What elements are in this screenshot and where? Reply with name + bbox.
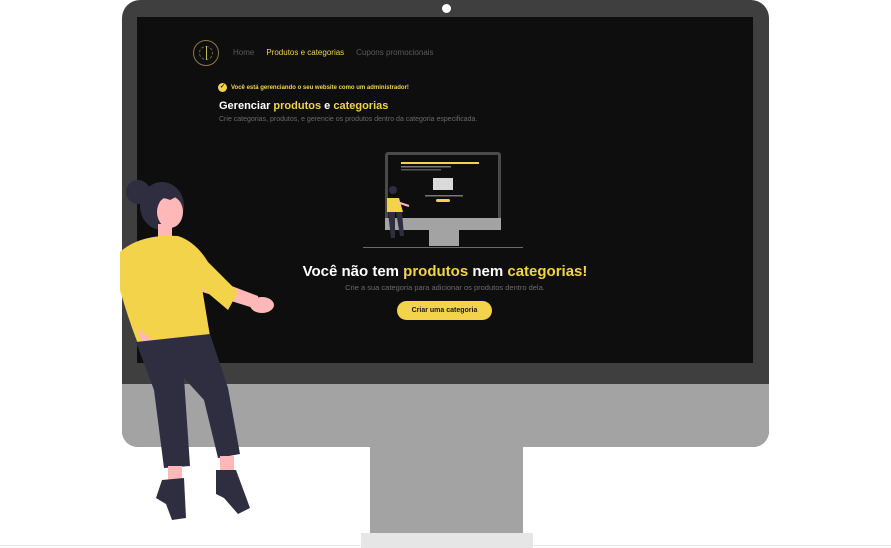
nav-item-cupons-promocionais[interactable]: Cupons promocionais xyxy=(356,48,433,57)
logo-emblem-icon xyxy=(199,46,213,60)
right-shoe xyxy=(216,470,250,514)
face xyxy=(157,196,183,228)
nav-item-produtos-e-categorias[interactable]: Produtos e categorias xyxy=(266,48,344,57)
webcam-dot xyxy=(442,4,451,13)
floor-line xyxy=(0,545,891,546)
right-ankle xyxy=(220,456,234,472)
create-category-button[interactable]: Criar uma categoria xyxy=(397,301,492,320)
admin-notice-text: Você está gerenciando o seu website como… xyxy=(231,84,409,91)
monitor-stand xyxy=(370,447,523,534)
admin-notice: ✓ Você está gerenciando o seu website co… xyxy=(218,83,409,92)
nav-item-home[interactable]: Home xyxy=(233,48,254,57)
left-shoe xyxy=(156,478,186,520)
empty-state-illustration xyxy=(363,152,523,248)
brand-logo[interactable] xyxy=(193,40,219,66)
person-illustration xyxy=(120,180,274,520)
pants xyxy=(136,334,240,468)
main-nav: Home Produtos e categorias Cupons promoc… xyxy=(233,48,434,57)
page-subtitle: Crie categorias, produtos, e gerencie os… xyxy=(219,116,478,123)
shirt xyxy=(120,235,238,344)
page-title: Gerenciar produtos e categorias xyxy=(219,100,389,112)
check-circle-icon: ✓ xyxy=(218,83,227,92)
hand xyxy=(250,297,274,313)
illustration-stage: Home Produtos e categorias Cupons promoc… xyxy=(0,0,891,548)
